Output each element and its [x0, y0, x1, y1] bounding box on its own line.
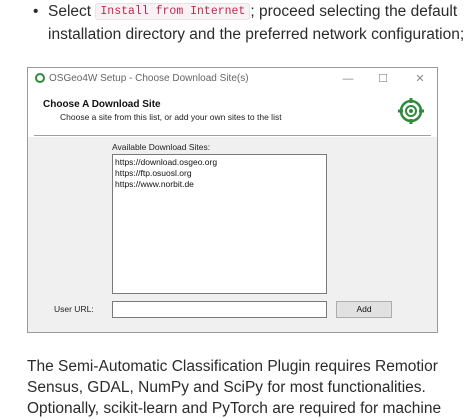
list-item[interactable]: https://download.osgeo.org: [115, 157, 324, 168]
instruction-line-1: Select Install from Internet; proceed se…: [48, 0, 457, 25]
user-url-label: User URL:: [54, 304, 94, 314]
wizard-header: Choose A Download Site Choose a site fro…: [28, 90, 437, 134]
wizard-body: Available Download Sites: https://downlo…: [28, 137, 437, 332]
inline-code: Install from Internet: [95, 3, 251, 20]
instruction-line-2: installation directory and the preferred…: [48, 26, 465, 43]
maximize-icon[interactable]: ☐: [368, 70, 398, 88]
list-item[interactable]: https://www.norbit.de: [115, 179, 324, 190]
instruction-prefix: Select: [48, 3, 92, 20]
list-item[interactable]: https://ftp.osuosl.org: [115, 168, 324, 179]
requirements-paragraph: The Semi-Automatic Classification Plugin…: [27, 356, 467, 419]
osgeo-logo-icon: [398, 98, 424, 124]
header-title: Choose A Download Site: [43, 99, 161, 110]
instruction-suffix: ; proceed selecting the default: [250, 3, 458, 20]
header-subtitle: Choose a site from this list, or add you…: [60, 112, 282, 122]
paragraph-line: Sensus, GDAL, NumPy and SciPy for most f…: [27, 379, 426, 396]
user-url-input[interactable]: [112, 301, 327, 318]
paragraph-line: Optionally, scikit-learn and PyTorch are…: [27, 400, 442, 417]
minimize-icon[interactable]: —: [333, 70, 363, 88]
setup-window-screenshot: OSGeo4W Setup - Choose Download Site(s) …: [27, 67, 438, 333]
add-button[interactable]: Add: [336, 301, 392, 318]
bullet-dot: •: [33, 3, 39, 20]
window-title: OSGeo4W Setup - Choose Download Site(s): [49, 73, 249, 84]
close-icon[interactable]: ✕: [405, 70, 435, 88]
window-titlebar: OSGeo4W Setup - Choose Download Site(s) …: [28, 68, 437, 90]
osgeo-title-icon: [35, 73, 45, 83]
sites-list-label: Available Download Sites:: [112, 142, 211, 152]
download-sites-list[interactable]: https://download.osgeo.org https://ftp.o…: [112, 154, 327, 294]
paragraph-line: The Semi-Automatic Classification Plugin…: [27, 358, 438, 375]
